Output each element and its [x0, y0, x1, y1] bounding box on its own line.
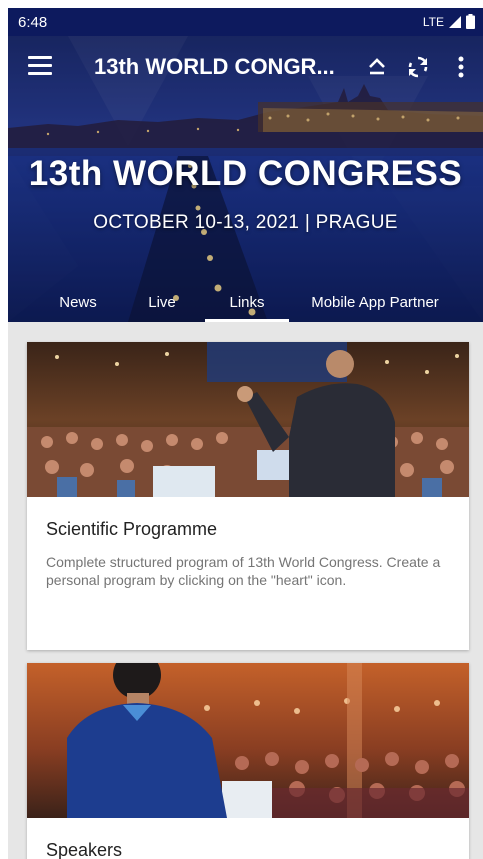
network-label: LTE [422, 14, 444, 29]
card-speakers[interactable]: Speakers [27, 663, 469, 859]
menu-icon[interactable] [28, 56, 52, 76]
app-screen: 6:48 LTE 13th WORLD CONGR... 13th WORLD … [8, 8, 483, 859]
card-title: Scientific Programme [46, 519, 218, 539]
collapse-icon[interactable] [364, 54, 390, 80]
congress-date-location: OCTOBER 10-13, 2021 | PRAGUE [93, 212, 398, 233]
card-description: Complete structured program of 13th Worl… [46, 554, 441, 588]
tab-bar: News Live Links Mobile App Partner [8, 284, 483, 322]
signal-icon [449, 15, 461, 28]
tab-links[interactable]: Links [218, 294, 276, 311]
status-time: 6:48 [18, 14, 48, 31]
more-options-icon[interactable] [448, 54, 474, 80]
tab-indicator [205, 319, 289, 322]
battery-icon [466, 14, 475, 29]
tab-news[interactable]: News [50, 294, 106, 311]
tab-mobile-app-partner[interactable]: Mobile App Partner [300, 294, 450, 311]
app-bar: 13th WORLD CONGR... [8, 36, 483, 100]
speaker-on-stage-image [27, 663, 469, 818]
status-bar: 6:48 LTE [8, 8, 483, 36]
app-bar-title: 13th WORLD CONGR... [94, 54, 335, 79]
tab-live[interactable]: Live [138, 294, 186, 311]
conference-speaker-image [27, 342, 469, 497]
congress-headline: 13th WORLD CONGRESS [28, 154, 463, 193]
card-scientific-programme[interactable]: Scientific Programme Complete structured… [27, 342, 469, 650]
hero-banner: 13th WORLD CONGR... 13th WORLD CONGRESS … [8, 36, 483, 322]
card-title: Speakers [46, 840, 123, 859]
sync-icon[interactable] [405, 54, 431, 80]
